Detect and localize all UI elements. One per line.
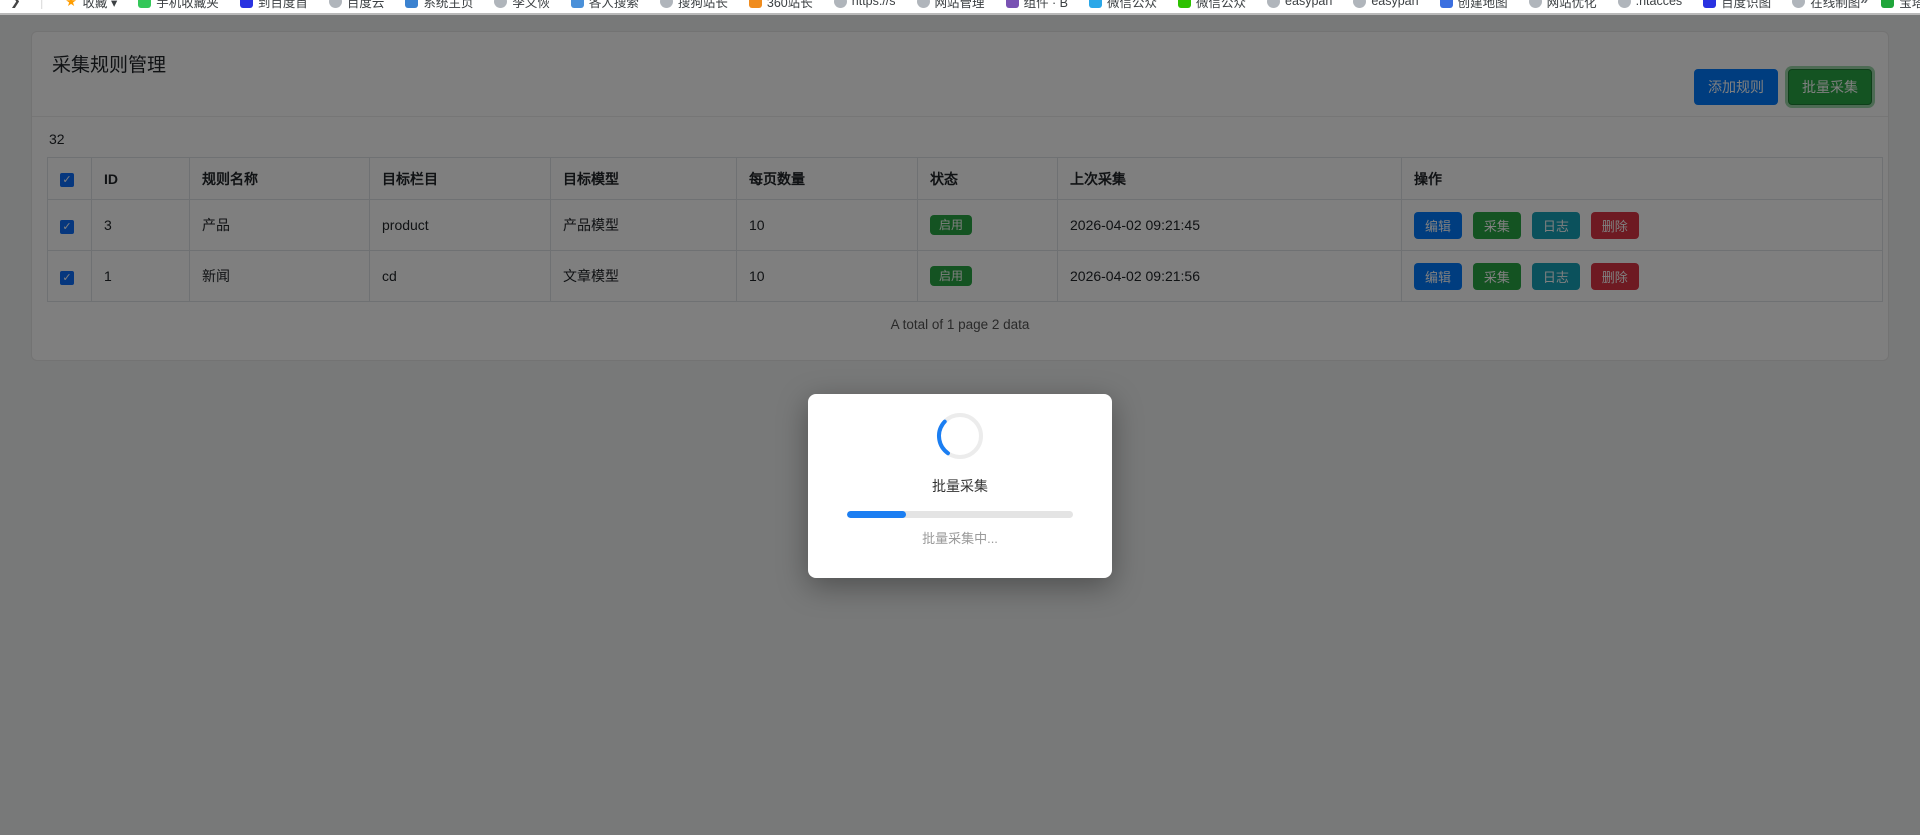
progress-bar-fill [847, 511, 906, 518]
modal-status-message: 批量采集中... [808, 528, 1112, 547]
bookmark-favicon-icon [571, 0, 584, 8]
bookmark-favicon-icon [1440, 0, 1453, 8]
bookmark-favicon-icon [660, 0, 673, 8]
bookmark-item[interactable]: 在线制图 [1792, 0, 1860, 11]
bookmark-item[interactable]: 搜狗站长 [660, 0, 728, 11]
sidebar-toggle-icon[interactable]: ❯ [10, 0, 19, 9]
bookmark-item[interactable]: https://s [834, 0, 896, 8]
bookmark-favicon-icon [1792, 0, 1805, 8]
bookmark-favicon-icon [1089, 0, 1102, 8]
bookmark-item[interactable]: easypan [1267, 0, 1332, 8]
bookmark-item[interactable]: 360站长 [749, 0, 813, 11]
bookmark-favicon-icon [1353, 0, 1366, 8]
bookmark-favicon-icon [138, 0, 151, 8]
bookmark-favicon-icon [1267, 0, 1280, 8]
bookmark-item[interactable]: 微信公众 [1089, 0, 1157, 11]
bookmark-item[interactable]: 到百度首 [240, 0, 308, 11]
bookmark-item[interactable]: 李义恢 [494, 0, 550, 11]
bookmark-favicon-icon [1881, 0, 1894, 8]
bookmark-favicon-icon [834, 0, 847, 8]
bookmark-item[interactable]: 系统主页 [405, 0, 473, 11]
bookmark-favicon-icon [1529, 0, 1542, 8]
divider: | [40, 0, 44, 9]
bookmark-item[interactable]: 手机收藏夹 [138, 0, 219, 11]
bookmark-favicon-icon [749, 0, 762, 8]
bookmark-item[interactable]: 创建地图 [1440, 0, 1508, 11]
bookmark-favicon-icon [240, 0, 253, 8]
bookmark-favicon-icon [917, 0, 930, 8]
bookmark-item[interactable]: 网站优化 [1529, 0, 1597, 11]
progress-bar-track [847, 511, 1073, 518]
loading-spinner-icon [935, 411, 985, 461]
bookmark-favicon-icon [494, 0, 507, 8]
bookmark-item[interactable]: 微信公众 [1178, 0, 1246, 11]
bookmark-item[interactable]: 组件 · B [1006, 0, 1068, 11]
bookmark-favicon-icon [1178, 0, 1191, 8]
bookmark-favicon-icon [329, 0, 342, 8]
modal-title: 批量采集 [808, 476, 1112, 496]
batch-collect-modal: 批量采集 批量采集中... [808, 394, 1112, 578]
bookmark-item[interactable]: ★ 收藏 ▾ [65, 0, 118, 11]
browser-bookmarks-bar: ❯ | ★ 收藏 ▾ 手机收藏夹 到百度首 百度云 系统主页 李义恢 各人搜索 … [0, 0, 1920, 13]
bookmark-item[interactable]: .htacces [1618, 0, 1683, 8]
bookmark-favicon-icon [1703, 0, 1716, 8]
bookmark-favicon-icon [405, 0, 418, 8]
bookmarks-overflow-chevron-icon[interactable]: » [1860, 0, 1868, 7]
bookmark-favicon-icon [1006, 0, 1019, 8]
bookmark-favicon-icon [1618, 0, 1631, 8]
bookmark-item[interactable]: 宝塔软件 [1881, 0, 1920, 11]
bookmark-item[interactable]: 百度识图 [1703, 0, 1771, 11]
bookmark-item[interactable]: 各人搜索 [571, 0, 639, 11]
bookmark-favicon-icon: ★ [65, 0, 78, 8]
bookmark-item[interactable]: 网站管理 [917, 0, 985, 11]
bookmark-item[interactable]: easypan [1353, 0, 1418, 8]
bookmark-item[interactable]: 百度云 [329, 0, 385, 11]
